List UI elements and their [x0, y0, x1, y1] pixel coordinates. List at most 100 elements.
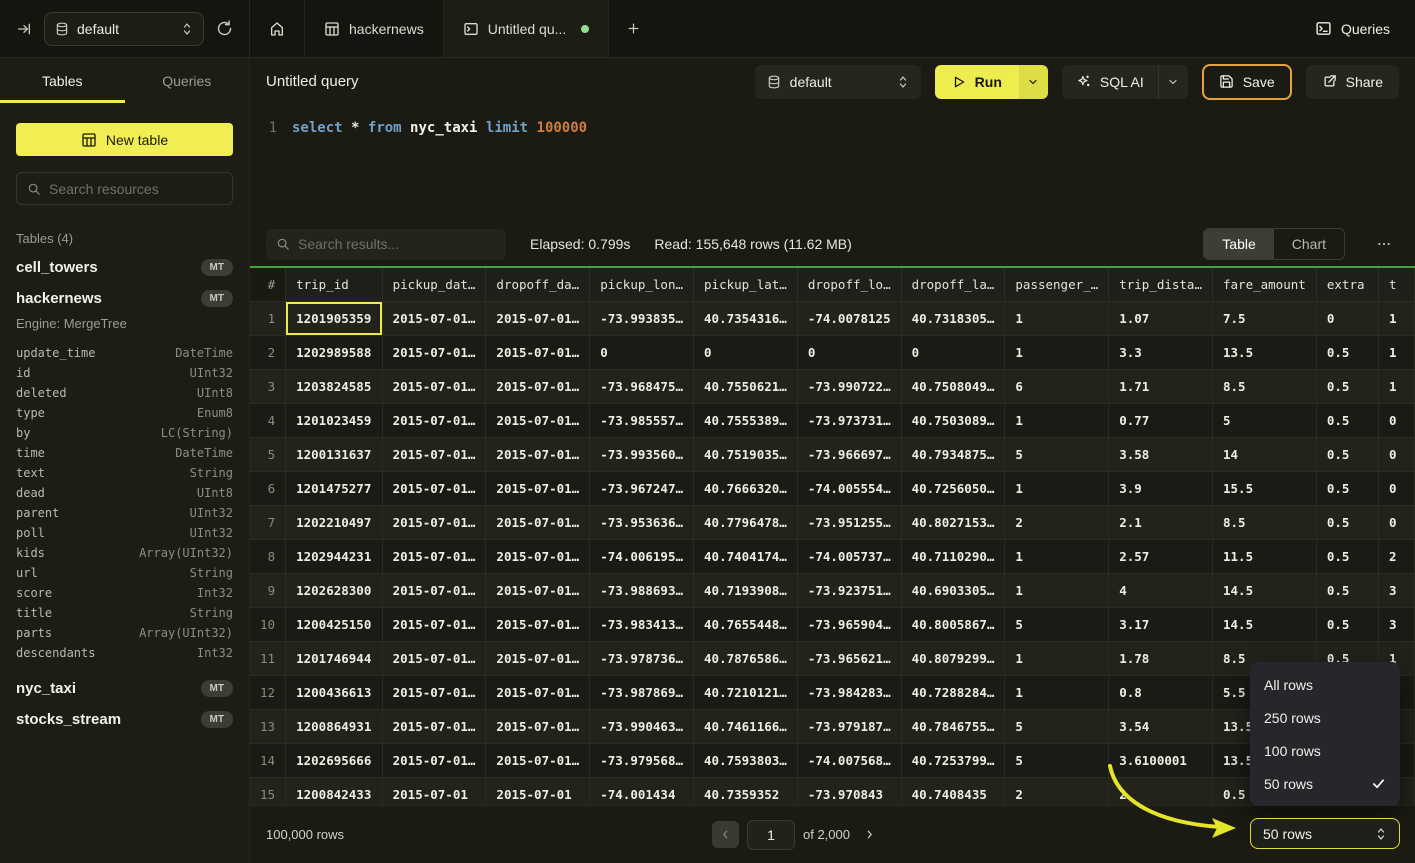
cell[interactable]: 1202210497	[286, 505, 383, 539]
cell[interactable]: 0.5	[1316, 335, 1378, 369]
cell[interactable]: 5	[1005, 743, 1109, 777]
cell[interactable]: 1	[1005, 403, 1109, 437]
tab-home[interactable]	[250, 0, 305, 57]
cell[interactable]: -73.983413…	[590, 607, 694, 641]
column-header-8[interactable]: passenger_…	[1005, 268, 1109, 301]
cell[interactable]: 0	[1378, 403, 1414, 437]
column-header-1[interactable]: trip_id	[286, 268, 383, 301]
cell[interactable]: 2015-07-01…	[382, 709, 486, 743]
sql-ai-button[interactable]: SQL AI	[1062, 65, 1158, 99]
cell[interactable]: 1200131637	[286, 437, 383, 471]
cell[interactable]: 40.7288284…	[901, 675, 1005, 709]
cell[interactable]: 40.7508049…	[901, 369, 1005, 403]
cell[interactable]: 40.7846755…	[901, 709, 1005, 743]
cell[interactable]: 0.8	[1109, 675, 1213, 709]
cell[interactable]: 1200436613	[286, 675, 383, 709]
cell[interactable]: -74.001434	[590, 777, 694, 805]
search-resources-input[interactable]	[49, 181, 230, 197]
cell[interactable]: 2015-07-01…	[486, 709, 590, 743]
cell[interactable]: 2015-07-01…	[382, 607, 486, 641]
cell[interactable]: 3	[1378, 607, 1414, 641]
cell[interactable]: 2015-07-01…	[382, 403, 486, 437]
cell[interactable]: 1	[1378, 301, 1414, 335]
cell[interactable]: 3.9	[1109, 471, 1213, 505]
cell[interactable]: -73.978736…	[590, 641, 694, 675]
sidebar-tab-queries[interactable]: Queries	[125, 58, 250, 103]
page-size-select[interactable]: 50 rows	[1250, 818, 1400, 849]
cell[interactable]: 2015-07-01…	[486, 301, 590, 335]
database-selector[interactable]: default	[44, 12, 204, 46]
cell[interactable]: 40.7550621…	[694, 369, 798, 403]
cell[interactable]: 1	[1005, 675, 1109, 709]
refresh-icon[interactable]	[216, 20, 233, 37]
cell[interactable]: 2	[1005, 505, 1109, 539]
cell[interactable]: 1	[1005, 641, 1109, 675]
cell[interactable]: 2015-07-01…	[382, 335, 486, 369]
cell[interactable]: 1201023459	[286, 403, 383, 437]
cell[interactable]: 40.7796478…	[694, 505, 798, 539]
cell[interactable]: -73.985557…	[590, 403, 694, 437]
cell[interactable]: -73.923751…	[797, 573, 901, 607]
cell[interactable]: 2015-07-01…	[486, 607, 590, 641]
cell[interactable]: -73.968475…	[590, 369, 694, 403]
cell[interactable]: 2015-07-01…	[382, 437, 486, 471]
cell[interactable]: 40.8079299…	[901, 641, 1005, 675]
cell[interactable]: -73.965621…	[797, 641, 901, 675]
sidebar-table-hackernews[interactable]: hackernewsMT	[0, 283, 249, 314]
cell[interactable]: 2015-07-01…	[486, 335, 590, 369]
cell[interactable]: 0.5	[1316, 539, 1378, 573]
cell[interactable]: 5	[1005, 607, 1109, 641]
cell[interactable]: 5	[1005, 437, 1109, 471]
cell[interactable]: 40.7110290…	[901, 539, 1005, 573]
cell[interactable]: 2015-07-01…	[382, 369, 486, 403]
cell[interactable]: 3.54	[1109, 709, 1213, 743]
tab-hackernews[interactable]: hackernews	[305, 0, 444, 57]
cell[interactable]: 2	[1005, 777, 1109, 805]
prev-page-button[interactable]	[712, 821, 739, 848]
cell[interactable]: 1	[1005, 539, 1109, 573]
cell[interactable]: -73.984283…	[797, 675, 901, 709]
column-header-0[interactable]: #	[250, 268, 286, 301]
cell[interactable]: 1201746944	[286, 641, 383, 675]
cell[interactable]: 0.77	[1109, 403, 1213, 437]
cell[interactable]: 2015-07-01	[486, 777, 590, 805]
cell[interactable]: 40.8027153…	[901, 505, 1005, 539]
cell[interactable]: 0.5	[1316, 573, 1378, 607]
cell[interactable]: 8.5	[1213, 369, 1317, 403]
cell[interactable]: 2015-07-01…	[382, 743, 486, 777]
cell[interactable]: 40.7256050…	[901, 471, 1005, 505]
cell[interactable]: 1	[1005, 471, 1109, 505]
cell[interactable]: 2015-07-01…	[486, 675, 590, 709]
cell[interactable]: 2015-07-01…	[382, 539, 486, 573]
sql-code-line[interactable]: select * from nyc_taxi limit 100000	[292, 120, 587, 222]
cell[interactable]: 11.5	[1213, 539, 1317, 573]
cell[interactable]: 0	[1378, 471, 1414, 505]
cell[interactable]: 1202989588	[286, 335, 383, 369]
cell[interactable]: 40.7193908…	[694, 573, 798, 607]
cell[interactable]: 14.5	[1213, 607, 1317, 641]
rows-option-all-rows[interactable]: All rows	[1250, 668, 1400, 701]
cell[interactable]: 1202628300	[286, 573, 383, 607]
column-header-3[interactable]: dropoff_da…	[486, 268, 590, 301]
cell[interactable]: 4	[1109, 573, 1213, 607]
cell[interactable]: 2015-07-01	[382, 777, 486, 805]
cell[interactable]: 0.5	[1316, 471, 1378, 505]
cell[interactable]: 0	[1378, 437, 1414, 471]
save-button[interactable]: Save	[1202, 64, 1292, 100]
cell[interactable]: 13.5	[1213, 335, 1317, 369]
sidebar-table-cell_towers[interactable]: cell_towersMT	[0, 252, 249, 283]
cell[interactable]: 3.6100001	[1109, 743, 1213, 777]
cell[interactable]: 2015-07-01…	[486, 403, 590, 437]
cell[interactable]: 40.7461166…	[694, 709, 798, 743]
cell[interactable]: 0	[797, 335, 901, 369]
cell[interactable]: 40.7404174…	[694, 539, 798, 573]
search-results-input[interactable]	[298, 236, 496, 252]
column-header-11[interactable]: extra	[1316, 268, 1378, 301]
cell[interactable]: 40.6903305…	[901, 573, 1005, 607]
cell[interactable]: 0.5	[1316, 403, 1378, 437]
cell[interactable]: 2015-07-01…	[486, 505, 590, 539]
column-header-4[interactable]: pickup_lon…	[590, 268, 694, 301]
cell[interactable]: -74.005737…	[797, 539, 901, 573]
cell[interactable]: 40.7210121…	[694, 675, 798, 709]
queries-button[interactable]: Queries	[1290, 0, 1415, 57]
